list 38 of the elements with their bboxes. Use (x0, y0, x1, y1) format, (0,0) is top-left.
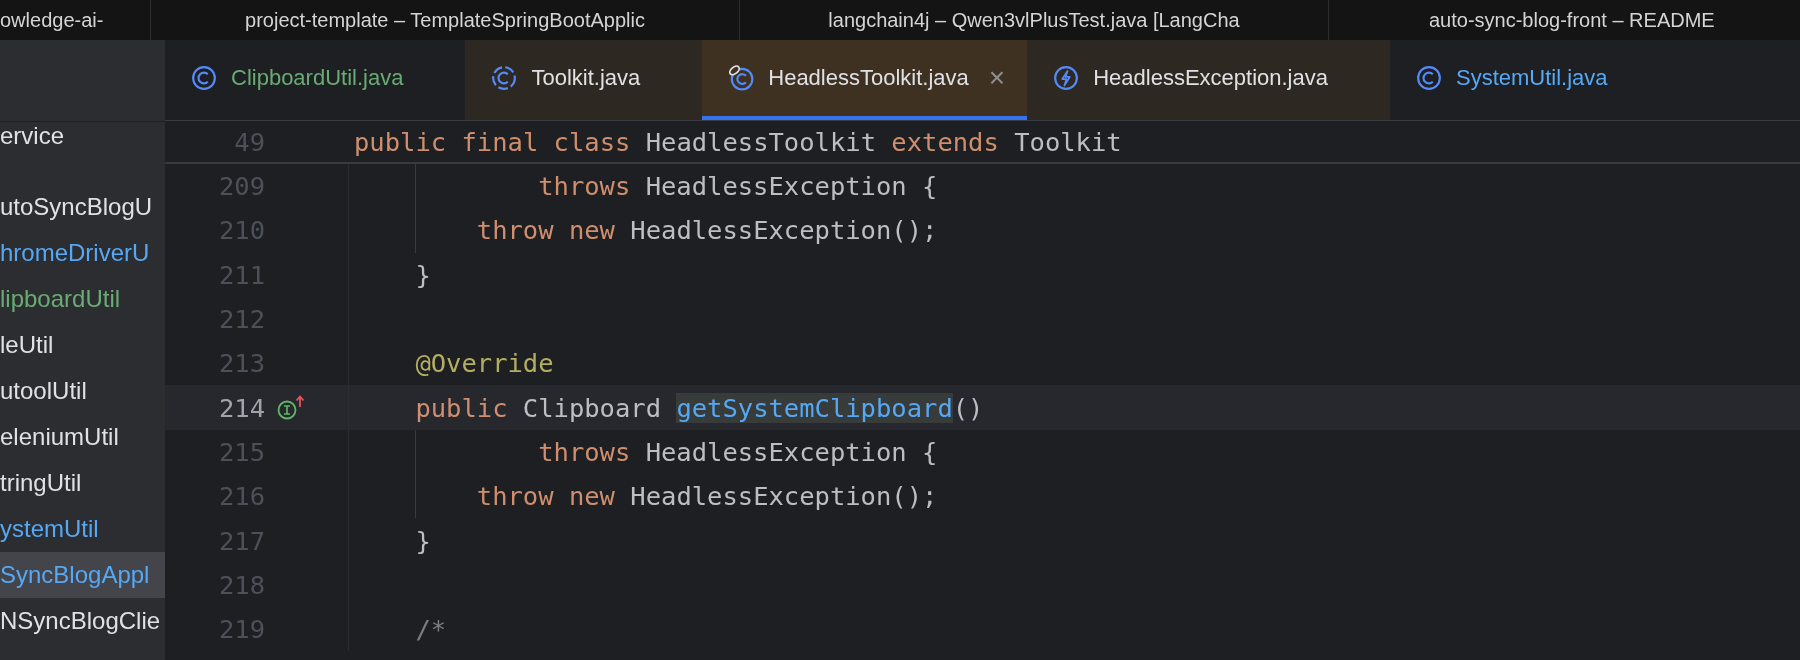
lightning-icon (1053, 65, 1080, 91)
project-tree-item[interactable]: NSyncBlogClie (0, 598, 165, 644)
project-tree-item[interactable]: eleniumUtil (0, 414, 165, 460)
line-number: 214 (217, 392, 265, 423)
project-tree-item[interactable]: utoSyncBlogU (0, 184, 165, 230)
project-tree-item[interactable]: leUtil (0, 322, 165, 368)
project-tree-item[interactable]: tringUtil (0, 460, 165, 506)
editor-tab[interactable]: HeadlessException.java (1027, 40, 1390, 120)
code-line: /* (415, 614, 447, 645)
project-tree-item[interactable]: SyncBlogAppl (0, 552, 165, 598)
project-tree-item[interactable]: ervice (0, 122, 165, 150)
class-icon (1416, 65, 1442, 91)
tab-label: SystemUtil.java (1456, 65, 1608, 91)
final-class-icon (728, 65, 755, 91)
code-line: throw new HeadlessException(); (476, 215, 938, 246)
code-line: throw new HeadlessException(); (476, 481, 938, 512)
project-tree-item[interactable]: ystemUtil (0, 506, 165, 552)
editor-tab[interactable]: HeadlessToolkit.java × (702, 40, 1028, 120)
tab-label: ClipboardUtil.java (231, 65, 404, 91)
project-tree-item[interactable]: lipboardUtil (0, 276, 165, 322)
code-line: throws HeadlessException { (538, 436, 938, 467)
code-line: throws HeadlessException { (538, 171, 938, 202)
class-icon (191, 65, 217, 91)
editor-tab[interactable]: Toolkit.java (465, 40, 703, 120)
close-icon[interactable]: × (988, 62, 1006, 94)
tab-label: Toolkit.java (531, 65, 641, 91)
code-line: public Clipboard getSystemClipboard() (415, 392, 984, 423)
project-tree-item[interactable]: utoolUtil (0, 368, 165, 414)
implements-gutter-icon[interactable] (277, 394, 305, 421)
tab-label: HeadlessException.java (1093, 65, 1328, 91)
code-line: public final class HeadlessToolkit extends Toolkit (354, 126, 1122, 157)
code-line: @Override (415, 348, 554, 379)
tab-label: HeadlessToolkit.java (768, 65, 969, 91)
abstract-class-icon (491, 65, 518, 91)
code-line: } (415, 259, 431, 290)
window-tab[interactable]: owledge-ai- (0, 0, 150, 40)
code-line: } (415, 525, 431, 556)
project-tree-item[interactable]: hromeDriverU (0, 230, 165, 276)
